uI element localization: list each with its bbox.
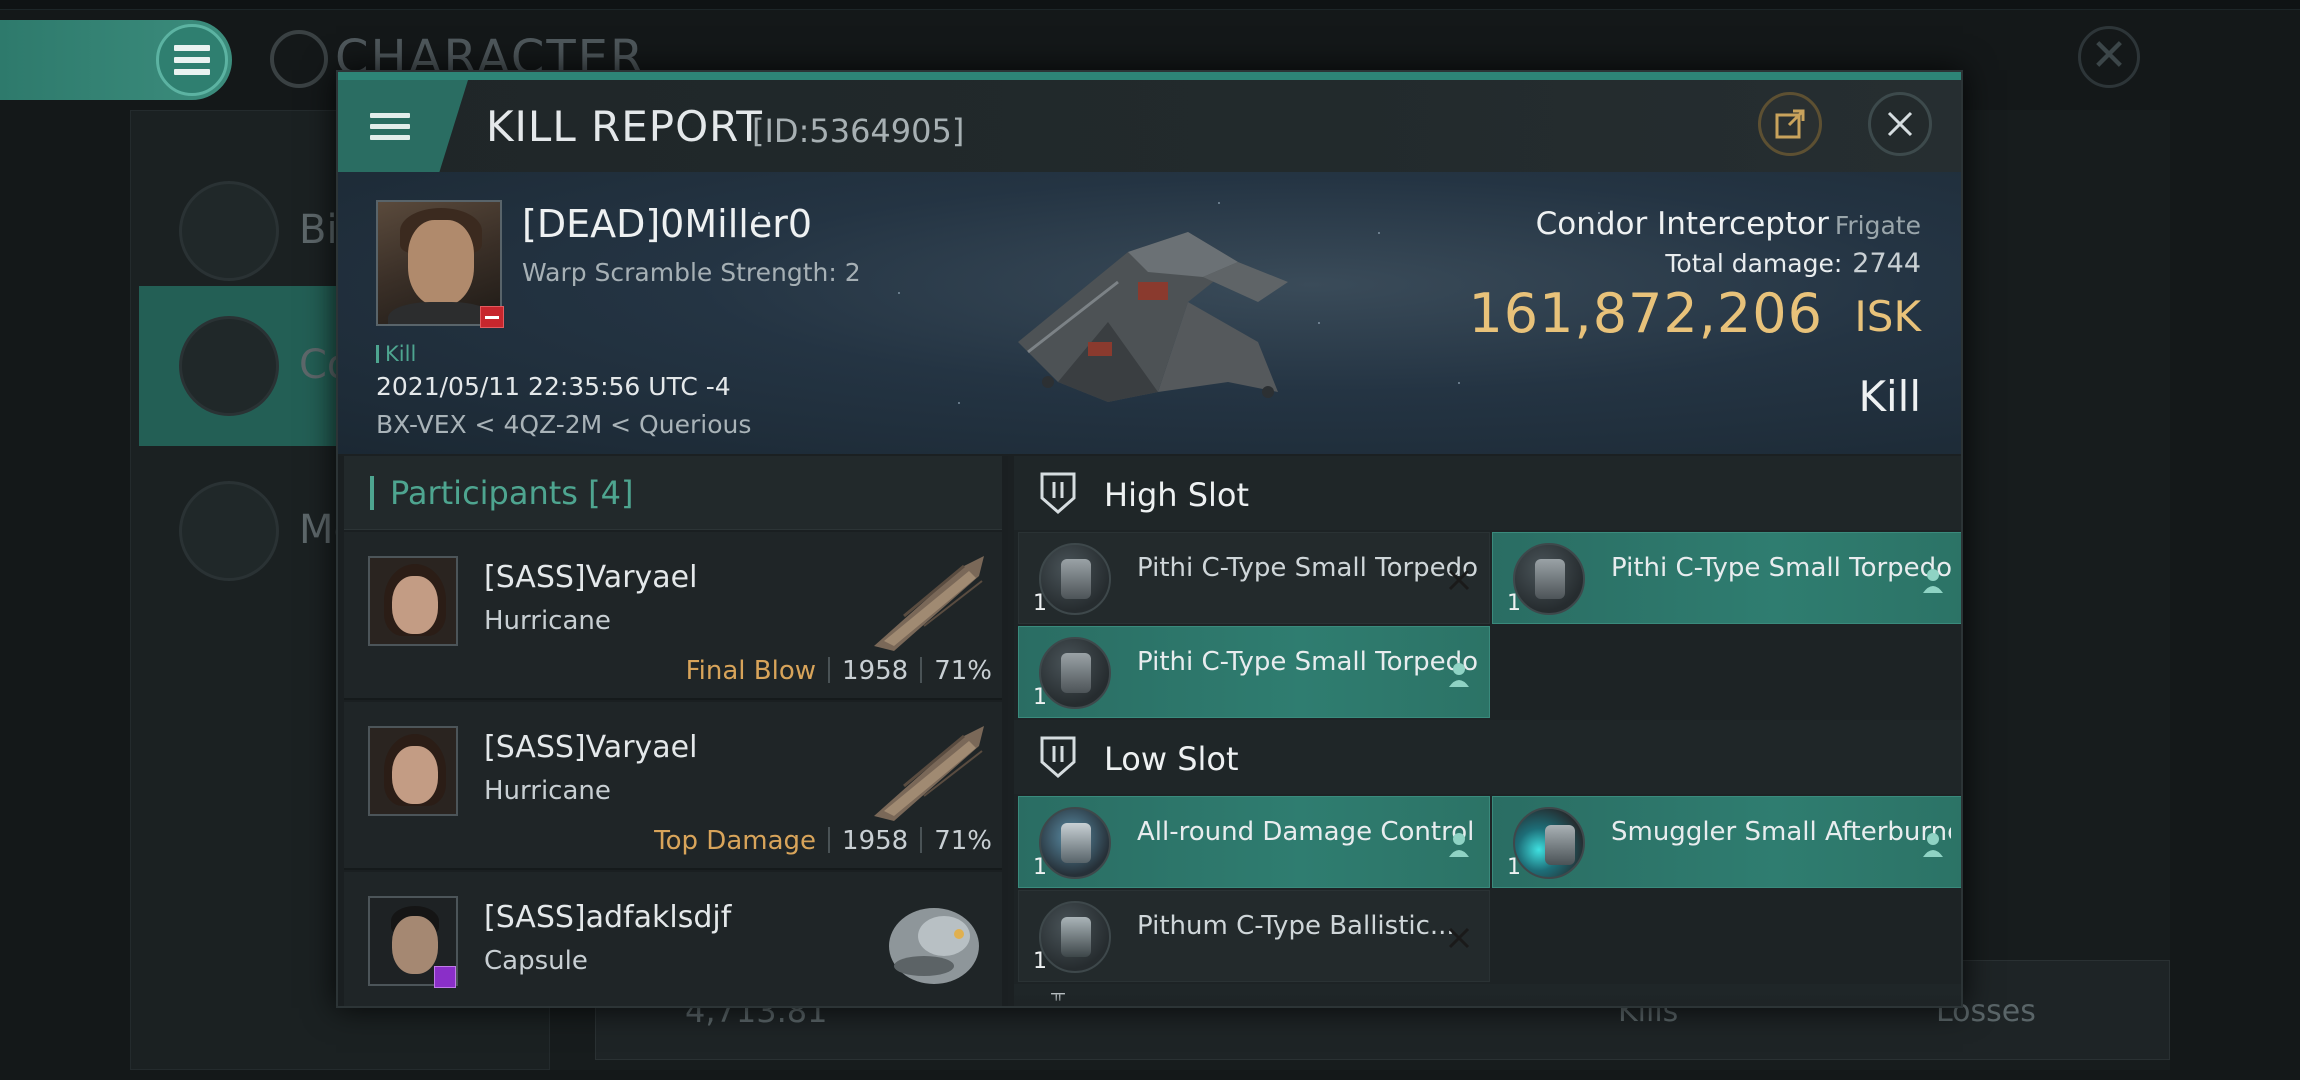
ballistic-control-icon — [1039, 901, 1111, 973]
participant-row[interactable]: [SASS]Varyael Hurricane Top Damage 1958 71… — [344, 702, 1002, 870]
participant-damage: 1958 — [842, 826, 909, 856]
hamburger-icon — [174, 45, 210, 75]
dropped-icon — [1923, 569, 1943, 593]
participant-ship: Capsule — [484, 946, 588, 976]
main-menu-button[interactable] — [156, 24, 228, 96]
participant-percent: 71% — [934, 656, 992, 686]
module-name: Pithi C-Type Small Torpedo ... — [1137, 553, 1477, 583]
security-badge — [434, 966, 456, 988]
hurricane-ship-icon — [874, 726, 984, 821]
module-item[interactable]: 1 Pithum C-Type Ballistic... — [1018, 890, 1490, 982]
participant-avatar[interactable] — [368, 726, 458, 816]
torpedo-launcher-icon — [1513, 543, 1585, 615]
final-blow-tag: Final Blow — [685, 656, 817, 686]
participant-stats: Top Damage 1958 71% — [654, 826, 992, 856]
high-slot-header: High Slot — [1014, 456, 1961, 530]
module-qty: 1 — [1033, 591, 1047, 616]
module-name: All-round Damage Control — [1137, 817, 1475, 847]
share-icon — [1775, 109, 1805, 139]
top-damage-tag: Top Damage — [654, 826, 817, 856]
participants-title: Participants [4] — [390, 474, 634, 512]
participant-percent: 71% — [934, 826, 992, 856]
kill-result-label: Kill — [1858, 372, 1921, 421]
share-button[interactable] — [1758, 92, 1822, 156]
isk-unit: ISK — [1854, 292, 1921, 341]
module-qty: 1 — [1033, 855, 1047, 880]
character-icon — [270, 30, 328, 88]
participant-name: [SASS]adfaklsdjf — [484, 900, 732, 935]
victim-ship-image[interactable] — [988, 192, 1308, 432]
security-status-badge — [480, 306, 504, 328]
total-damage: Total damage: 2744 — [1665, 248, 1921, 279]
participant-damage: 1958 — [842, 656, 909, 686]
torpedo-launcher-icon — [1039, 637, 1111, 709]
dropped-icon — [1449, 833, 1469, 857]
low-slot-label: Low Slot — [1104, 740, 1239, 778]
total-damage-label: Total damage: — [1665, 249, 1843, 278]
participant-ship: Hurricane — [484, 606, 611, 636]
participant-stats: Final Blow 1958 71% — [686, 656, 992, 686]
destroyed-icon — [1448, 569, 1470, 591]
module-qty: 1 — [1033, 685, 1047, 710]
module-qty: 1 — [1033, 949, 1047, 974]
kill-id: [ID:5364905] — [752, 112, 965, 150]
torpedo-launcher-icon — [1039, 543, 1111, 615]
list-icon — [179, 181, 279, 281]
module-name: Pithum C-Type Ballistic... — [1137, 911, 1455, 941]
participant-name: [SASS]Varyael — [484, 560, 698, 595]
hamburger-icon — [370, 112, 410, 140]
screen-close-button[interactable]: ✕ — [2078, 26, 2140, 88]
kill-tag: Kill — [376, 342, 416, 366]
destroyed-icon — [1448, 927, 1470, 949]
dropped-icon — [1923, 833, 1943, 857]
module-item[interactable]: 1 Pithi C-Type Small Torpedo ... — [1018, 532, 1490, 624]
module-qty: 1 — [1507, 855, 1521, 880]
module-item[interactable]: 1 Smuggler Small Afterburner — [1492, 796, 1961, 888]
participants-panel: Participants [4] [SASS]Varyael Hurricane… — [338, 456, 1008, 1006]
fittings-panel: High Slot 1 Pithi C-Type Small Torpedo .… — [1014, 456, 1961, 1006]
module-name: Pithi C-Type Small Torpedo ... — [1611, 553, 1951, 583]
participant-row[interactable]: [SASS]Varyael Hurricane Final Blow 1958 71… — [344, 532, 1002, 700]
low-slot-icon — [1040, 736, 1076, 778]
ship-name-text: Condor Interceptor — [1535, 206, 1829, 242]
victim-name[interactable]: [DEAD]0Miller0 — [522, 202, 812, 246]
close-button[interactable] — [1868, 92, 1932, 156]
victim-banner: [DEAD]0Miller0 Warp Scramble Strength: 2… — [338, 172, 1961, 454]
kill-report-dialog: KILL REPORT [ID:5364905] [DEAD]0Miller0 … — [336, 70, 1963, 1008]
warp-scramble-strength: Warp Scramble Strength: 2 — [522, 258, 861, 287]
module-name: Smuggler Small Afterburner — [1611, 817, 1951, 847]
low-slot-header: Low Slot — [1014, 720, 1961, 794]
high-slot-label: High Slot — [1104, 476, 1250, 514]
total-damage-value: 2744 — [1852, 248, 1921, 279]
module-item[interactable]: 1 Pithi C-Type Small Torpedo ... — [1018, 626, 1490, 718]
isk-value: 161,872,206 — [1468, 282, 1823, 345]
participant-avatar[interactable] — [368, 556, 458, 646]
dialog-accent-line — [338, 72, 1961, 80]
ship-class: Frigate — [1834, 211, 1921, 240]
medal-icon — [179, 481, 279, 581]
dialog-title: KILL REPORT — [486, 102, 763, 151]
kill-location[interactable]: BX-VEX < 4QZ-2M < Querious — [376, 410, 751, 439]
high-slot-icon — [1040, 472, 1076, 514]
victim-ship-name[interactable]: Condor Interceptor Frigate — [1536, 206, 1921, 242]
hurricane-ship-icon — [874, 556, 984, 651]
module-qty: 1 — [1507, 591, 1521, 616]
module-item[interactable]: 1 All-round Damage Control — [1018, 796, 1490, 888]
combat-icon — [179, 316, 279, 416]
participants-header: Participants [4] — [344, 456, 1002, 530]
kill-time: 2021/05/11 22:35:56 UTC -4 — [376, 372, 731, 401]
participant-name: [SASS]Varyael — [484, 730, 698, 765]
module-item[interactable]: 1 Pithi C-Type Small Torpedo ... — [1492, 532, 1961, 624]
participant-ship: Hurricane — [484, 776, 611, 806]
top-bar — [0, 0, 2300, 10]
module-name: Pithi C-Type Small Torpedo ... — [1137, 647, 1477, 677]
participant-row[interactable]: [SASS]adfaklsdjf Capsule — [344, 872, 1002, 1006]
capsule-icon — [889, 908, 979, 984]
damage-control-icon — [1039, 807, 1111, 879]
afterburner-icon — [1513, 807, 1585, 879]
dropped-icon — [1449, 663, 1469, 687]
close-icon — [1887, 111, 1913, 137]
